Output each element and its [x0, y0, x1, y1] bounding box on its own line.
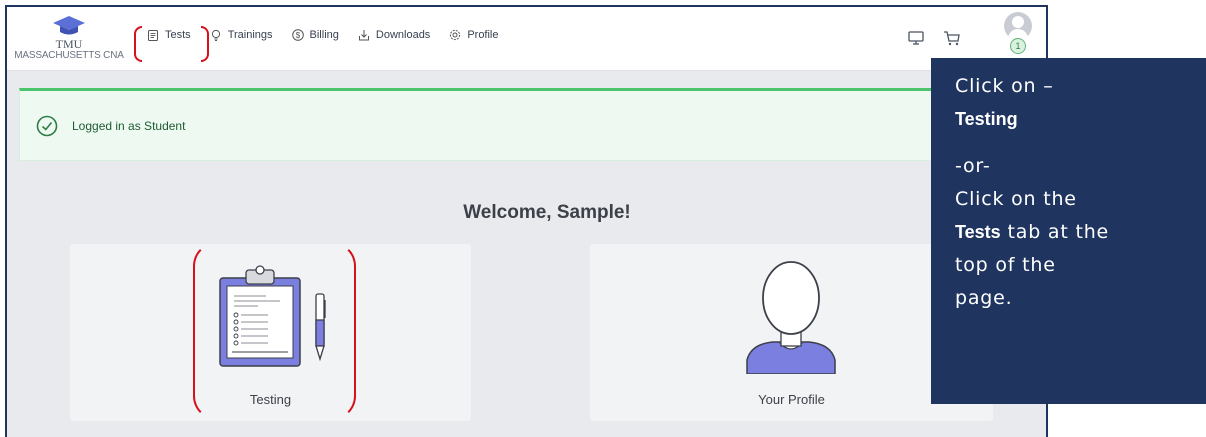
nav-tab-label: Tests: [165, 29, 191, 41]
user-avatar-menu[interactable]: 1: [1003, 12, 1033, 56]
callout-line-rest: tab at the: [1000, 221, 1110, 243]
top-navigation-bar: TMU MASSACHUSETTS CNA Tests Trainings $: [7, 7, 1046, 71]
login-status-alert: Logged in as Student: [19, 88, 1046, 161]
nav-tab-tests[interactable]: Tests: [147, 29, 191, 41]
logo-abbreviation: TMU: [55, 37, 83, 51]
dollar-icon: $: [291, 29, 304, 41]
nav-tab-profile[interactable]: Profile: [449, 29, 499, 41]
nav-tab-label: Profile: [467, 29, 499, 41]
graduation-cap-icon: [53, 16, 85, 35]
testing-card-highlight: [193, 242, 356, 420]
instruction-callout: Click on – Testing -or- Click on the Tes…: [931, 58, 1206, 404]
lightbulb-icon: [210, 29, 222, 41]
notification-badge: 1: [1010, 38, 1026, 54]
welcome-heading: Welcome, Sample!: [463, 202, 631, 223]
monitor-icon[interactable]: [907, 29, 925, 47]
callout-line: Tests tab at the: [955, 216, 1206, 249]
nav-tab-trainings[interactable]: Trainings: [210, 29, 273, 41]
callout-line: Click on the: [955, 188, 1077, 210]
gear-icon: [449, 29, 461, 41]
nav-tab-billing[interactable]: $ Billing: [291, 29, 339, 41]
header-actions: [907, 29, 979, 47]
clipboard-icon: [147, 29, 159, 41]
brand-logo[interactable]: TMU MASSACHUSETTS CNA: [13, 15, 125, 65]
callout-line: top of the: [955, 254, 1056, 276]
callout-line: Click on –: [955, 75, 1054, 97]
tests-tab-highlight-left: [134, 26, 142, 62]
nav-tab-label: Downloads: [375, 29, 431, 41]
logo-full-name: MASSACHUSETTS CNA: [14, 50, 124, 61]
nav-tab-label: Billing: [309, 29, 339, 41]
callout-line: page.: [955, 287, 1013, 309]
avatar: [1004, 12, 1032, 40]
cart-icon[interactable]: [943, 29, 961, 47]
nav-tab-label: Trainings: [227, 29, 273, 41]
callout-tests-keyword: Tests: [955, 222, 1001, 242]
check-circle-icon: [36, 115, 58, 137]
app-window: TMU MASSACHUSETTS CNA Tests Trainings $: [5, 5, 1048, 437]
download-icon: [358, 29, 370, 41]
callout-line: -or-: [955, 155, 991, 177]
alert-message: Logged in as Student: [72, 119, 186, 133]
nav-tab-downloads[interactable]: Downloads: [358, 29, 430, 41]
svg-text:$: $: [295, 31, 300, 40]
tests-tab-highlight-right: [201, 26, 209, 62]
callout-testing-keyword: Testing: [955, 109, 1018, 129]
person-icon: [746, 261, 836, 374]
